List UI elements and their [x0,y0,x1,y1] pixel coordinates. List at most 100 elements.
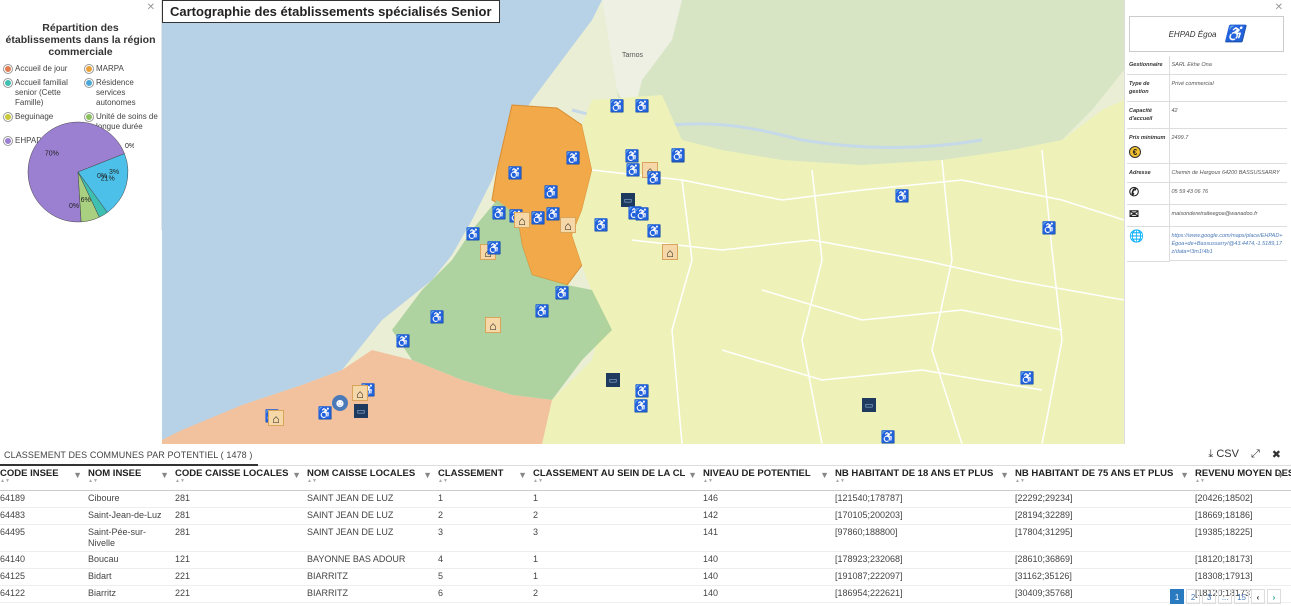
sort-icon[interactable]: ▲▼ [307,479,434,484]
column-header[interactable]: CLASSEMENT AU SEIN DE LA CL ▼ ▲▼ [533,466,703,491]
ehpad-marker-icon[interactable]: ♿ [486,240,502,256]
pager-page[interactable]: 1 [1170,589,1185,604]
filter-icon[interactable]: ▼ [73,470,82,480]
column-header[interactable]: CODE CAISSE LOCALES ▼ ▲▼ [175,466,307,491]
sort-icon[interactable]: ▲▼ [835,479,1011,484]
residence-marker-icon[interactable]: ⌂ [485,317,501,333]
csv-label: CSV [1216,448,1239,460]
residence-marker-icon[interactable]: ⌂ [268,410,284,426]
column-header[interactable]: NB HABITANT DE 18 ANS ET PLUS ▼ ▲▼ [835,466,1015,491]
sort-icon[interactable]: ▲▼ [703,479,831,484]
filter-icon[interactable]: ▼ [820,470,829,480]
sort-icon[interactable]: ▲▼ [175,479,303,484]
csv-export-button[interactable]: ⤓ CSV [1208,448,1239,461]
prev-page-icon[interactable]: ‹ [1251,589,1265,604]
ehpad-marker-icon[interactable]: ♿ [543,184,559,200]
ehpad-marker-icon[interactable]: ♿ [491,205,507,221]
legend-dot-icon [85,65,93,73]
table-cell: [19385;18225] [1195,524,1291,552]
table-cell: 64125 [0,568,88,586]
residence-marker-icon[interactable]: ⌂ [514,212,530,228]
ehpad-marker-icon[interactable]: ♿ [609,98,625,114]
detail-value: 42 [1169,101,1287,129]
usld-marker-icon[interactable]: ▭ [862,398,876,412]
table-cell: [97860;188800] [835,524,1015,552]
sort-icon[interactable]: ▲▼ [533,479,699,484]
ehpad-marker-icon[interactable]: ♿ [465,226,481,242]
ehpad-marker-icon[interactable]: ♿ [894,188,910,204]
ehpad-marker-icon[interactable]: ♿ [1041,220,1057,236]
detail-key: 🌐 [1127,226,1170,262]
sort-icon[interactable]: ▲▼ [438,479,529,484]
filter-icon[interactable]: ▼ [688,470,697,480]
filter-icon[interactable]: ▼ [518,470,527,480]
ehpad-marker-icon[interactable]: ♿ [507,165,523,181]
table-row[interactable]: 64140 Boucau 121 BAYONNE BAS ADOUR 4 1 140 [178… [0,551,1291,569]
legend-close-icon[interactable]: ✕ [147,2,155,13]
ehpad-marker-icon[interactable]: ♿ [625,162,641,178]
filter-icon[interactable]: ▼ [292,470,301,480]
filter-icon[interactable]: ▼ [160,470,169,480]
residence-marker-icon[interactable]: ⌂ [662,244,678,260]
table-cell: 64140 [0,551,88,569]
table-row[interactable]: 64122 Biarritz 221 BIARRITZ 6 2 140 [186954;222… [0,585,1291,603]
next-page-icon[interactable]: › [1267,589,1281,604]
ehpad-marker-icon[interactable]: ♿ [633,398,649,414]
ehpad-marker-icon[interactable]: ♿ [317,405,333,421]
table-row[interactable]: 64483 Saint-Jean-de-Luz 281 SAINT JEAN DE L… [0,507,1291,525]
column-header[interactable]: NOM INSEE ▼ ▲▼ [88,466,175,491]
filter-icon[interactable]: ▼ [1000,470,1009,480]
column-header[interactable]: NOM CAISSE LOCALES ▼ ▲▼ [307,466,438,491]
ehpad-marker-icon[interactable]: ♿ [1019,370,1035,386]
column-header[interactable]: CLASSEMENT ▼ ▲▼ [438,466,533,491]
ehpad-marker-icon[interactable]: ♿ [545,206,561,222]
column-header[interactable]: REVENU MOYEN DES ▼ ▲▼ [1195,466,1291,491]
table-row[interactable]: 64125 Bidart 221 BIARRITZ 5 1 140 [191087;22209… [0,568,1291,586]
close-icon[interactable]: ✖ [1272,448,1281,461]
table-row[interactable]: 64189 Ciboure 281 SAINT JEAN DE LUZ 1 1 146 [12… [0,490,1291,508]
ehpad-marker-icon[interactable]: ♿ [634,98,650,114]
ehpad-marker-icon[interactable]: ♿ [670,147,686,163]
usld-marker-icon[interactable]: ▭ [606,373,620,387]
ehpad-marker-icon[interactable]: ♿ [646,223,662,239]
ehpad-marker-icon[interactable]: ♿ [593,217,609,233]
ehpad-marker-icon[interactable]: ♿ [634,383,650,399]
column-header[interactable]: NB HABITANT DE 75 ANS ET PLUS ▼ ▲▼ [1015,466,1195,491]
filter-icon[interactable]: ▼ [1180,470,1189,480]
ehpad-marker-icon[interactable]: ♿ [534,303,550,319]
ehpad-marker-icon[interactable]: ♿ [554,285,570,301]
pager-page[interactable]: 3 [1202,589,1217,604]
ehpad-marker-icon[interactable]: ♿ [395,333,411,349]
legend-item-marpa[interactable]: MARPA [85,64,163,74]
residence-marker-icon[interactable]: ⌂ [560,217,576,233]
sort-icon[interactable]: ▲▼ [88,479,171,484]
sort-icon[interactable]: ▲▼ [0,479,84,484]
ehpad-marker-icon[interactable]: ♿ [530,210,546,226]
accueil-familial-marker-icon[interactable]: ☻ [332,395,348,411]
usld-marker-icon[interactable]: ▭ [354,404,368,418]
legend-item-accueil-familial[interactable]: Accueil familial senior (Cette Famille) [4,78,85,108]
ehpad-marker-icon[interactable]: ♿ [646,170,662,186]
tab-classement[interactable]: CLASSEMENT DES COMMUNES PAR POTENTIEL ( … [0,444,258,466]
legend-item-accueil-de-jour[interactable]: Accueil de jour [4,64,85,74]
pager-page[interactable]: 15 [1234,589,1249,604]
filter-icon[interactable]: ▼ [423,470,432,480]
sort-icon[interactable]: ▲▼ [1015,479,1191,484]
detail-link[interactable]: https://www.google.com/maps/place/EHPAD+… [1169,227,1287,261]
expand-icon[interactable]: ⤢ [1251,448,1260,461]
column-header[interactable]: CODE INSEE ▼ ▲▼ [0,466,88,491]
sort-icon[interactable]: ▲▼ [1195,479,1287,484]
ehpad-marker-icon[interactable]: ♿ [880,429,896,444]
map-area[interactable]: Cartographie des établissements spéciali… [162,0,1124,444]
detail-close-icon[interactable]: ✕ [1275,2,1283,13]
table-row[interactable]: 64495 Saint-Pée-sur-Nivelle 281 SAINT JEAN … [0,524,1291,552]
residence-marker-icon[interactable]: ⌂ [352,385,368,401]
column-header[interactable]: NIVEAU DE POTENTIEL ▼ ▲▼ [703,466,835,491]
legend-item-residence-services[interactable]: Résidence services autonomes [85,78,163,108]
pager-page[interactable]: 2 [1186,589,1201,604]
ehpad-marker-icon[interactable]: ♿ [634,206,650,222]
pie-label: 70% [45,150,59,157]
ehpad-marker-icon[interactable]: ♿ [565,150,581,166]
ehpad-marker-icon[interactable]: ♿ [429,309,445,325]
filter-icon[interactable]: ▼ [1276,470,1285,480]
